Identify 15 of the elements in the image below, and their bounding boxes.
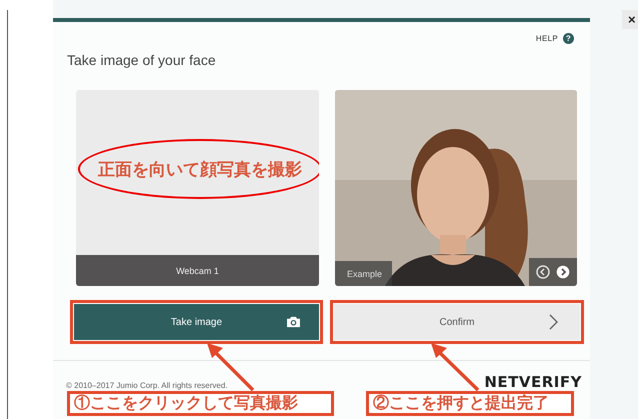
netverify-logo: NETVERIFY bbox=[484, 373, 582, 391]
annotation-label: ②ここを押すと提出完了 bbox=[366, 391, 574, 416]
confirm-button[interactable]: Confirm bbox=[334, 304, 580, 340]
annotation-label: ①ここをクリックして写真撮影 bbox=[67, 391, 334, 416]
camera-icon bbox=[286, 316, 301, 328]
take-image-button[interactable]: Take image bbox=[74, 304, 319, 340]
chevron-right-icon bbox=[549, 314, 558, 330]
next-icon[interactable] bbox=[556, 265, 570, 279]
dialog-title: Take image of your face bbox=[66, 51, 217, 70]
annotation-note: 正面を向いて顔写真を撮影 bbox=[98, 158, 302, 180]
example-caption: Example bbox=[335, 261, 392, 286]
copyright-text: © 2010–2017 Jumio Corp. All rights reserved. bbox=[66, 381, 228, 390]
webcam-caption: Webcam 1 bbox=[76, 255, 319, 286]
previous-icon[interactable] bbox=[536, 265, 550, 279]
help-link[interactable]: HELP ? bbox=[536, 29, 574, 47]
